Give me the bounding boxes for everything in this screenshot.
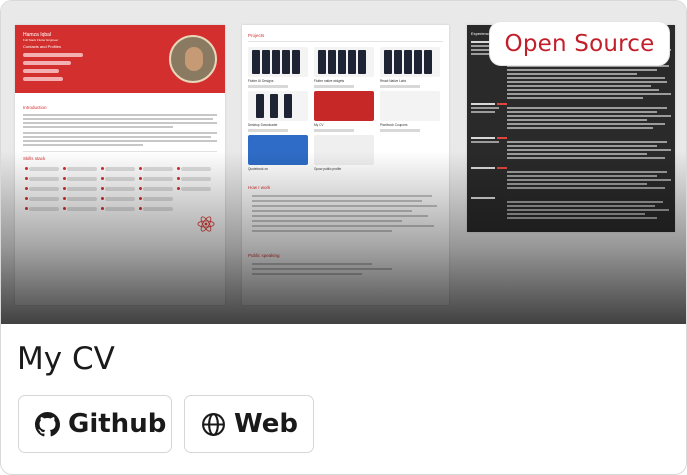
cv-intro-title: Introduction — [23, 105, 47, 110]
project-caption: Flutter UI Designs — [248, 79, 274, 83]
project-caption: My CV — [314, 123, 324, 127]
web-button[interactable]: Web — [184, 395, 314, 453]
github-button[interactable]: Github — [18, 395, 172, 453]
project-caption: Desktop Downloader — [248, 123, 278, 127]
cv-skills-title: Skills stack — [23, 156, 46, 161]
cv-avatar — [169, 35, 217, 83]
cv-role: Full Stack Flutter Engineer — [23, 38, 59, 42]
project-caption: Pixelbook Coupons — [380, 123, 408, 127]
cv-contacts-title: Contacts and Profiles — [23, 44, 62, 49]
github-button-label: Github — [68, 409, 167, 439]
project-card: Hamza Iqbal Full Stack Flutter Engineer … — [0, 0, 687, 475]
open-source-badge-label: Open Source — [504, 30, 655, 57]
project-caption: Flutter native widgets — [314, 79, 345, 83]
github-icon — [35, 411, 60, 436]
card-title: My CV — [17, 341, 115, 377]
project-caption: Quotebook on — [248, 167, 269, 171]
how-i-work-title: How I work — [248, 185, 271, 190]
globe-icon — [202, 412, 225, 436]
cv-header: Hamza Iqbal Full Stack Flutter Engineer … — [15, 25, 225, 93]
experience-title: Experience — [471, 31, 492, 36]
public-speaking-title: Public speaking — [248, 253, 280, 258]
project-caption: Gpow public profile — [314, 167, 342, 171]
open-source-badge: Open Source — [489, 21, 670, 66]
web-button-label: Web — [234, 409, 298, 439]
cv-page-preview: Hamza Iqbal Full Stack Flutter Engineer … — [15, 25, 225, 305]
react-icon — [197, 216, 215, 232]
project-caption: React Native Labs — [380, 79, 407, 83]
projects-page-preview: Projects Flutter UI Designs Flutter nati… — [242, 25, 449, 305]
project-preview-image[interactable]: Hamza Iqbal Full Stack Flutter Engineer … — [1, 1, 686, 324]
projects-title: Projects — [248, 33, 265, 38]
